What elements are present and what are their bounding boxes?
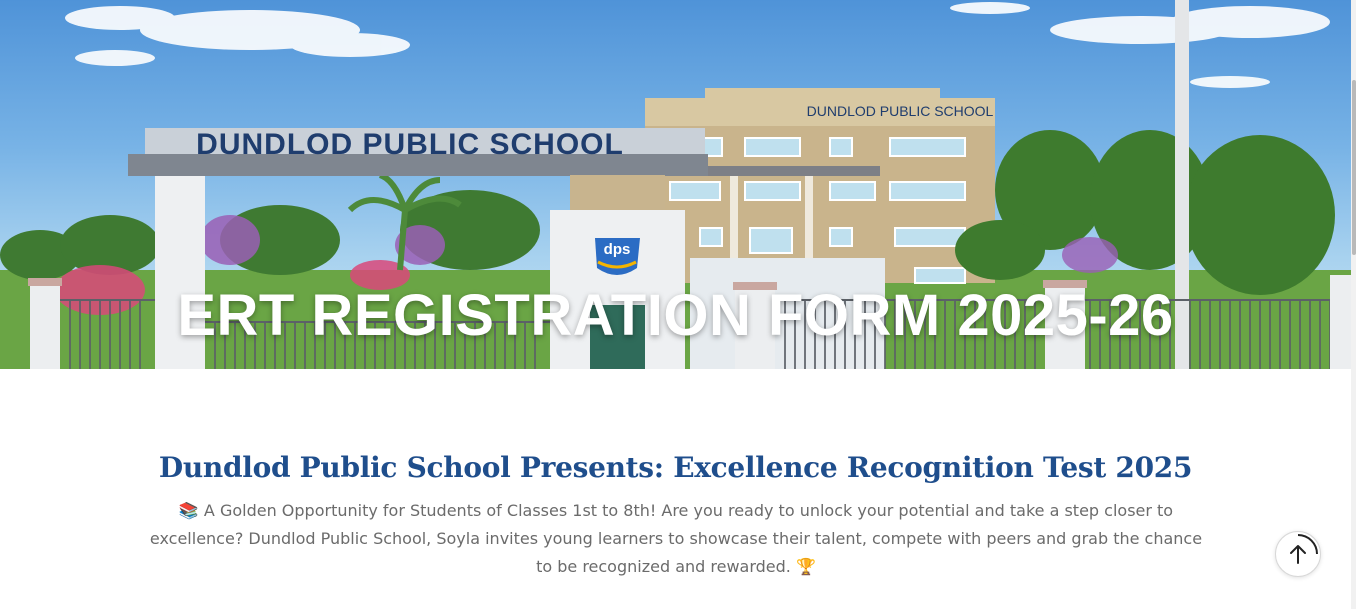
intro-text: A Golden Opportunity for Students of Cla… xyxy=(149,501,1203,576)
back-to-top-button[interactable] xyxy=(1275,531,1321,577)
hero-banner: DUNDLOD PUBLIC SCHOOL DUNDLOD PUBLIC SCH… xyxy=(0,0,1351,369)
books-icon: 📚 xyxy=(178,501,199,520)
gate-sign: DUNDLOD PUBLIC SCHOOL xyxy=(196,128,624,161)
section-heading: Dundlod Public School Presents: Excellen… xyxy=(158,451,1193,484)
building-sign: DUNDLOD PUBLIC SCHOOL xyxy=(807,103,994,119)
svg-text:dps: dps xyxy=(604,241,631,258)
arrow-up-icon xyxy=(1290,534,1318,564)
trophy-icon: 🏆 xyxy=(795,557,816,576)
main-content: Dundlod Public School Presents: Excellen… xyxy=(0,369,1351,609)
scrollbar-thumb[interactable] xyxy=(1352,80,1356,255)
hero-title: ERT REGISTRATION FORM 2025-26 xyxy=(177,283,1174,348)
intro-paragraph: 📚 A Golden Opportunity for Students of C… xyxy=(140,497,1212,581)
school-logo: dps xyxy=(595,238,640,275)
page-scrollbar[interactable] xyxy=(1351,0,1356,609)
page: DUNDLOD PUBLIC SCHOOL DUNDLOD PUBLIC SCH… xyxy=(0,0,1356,609)
